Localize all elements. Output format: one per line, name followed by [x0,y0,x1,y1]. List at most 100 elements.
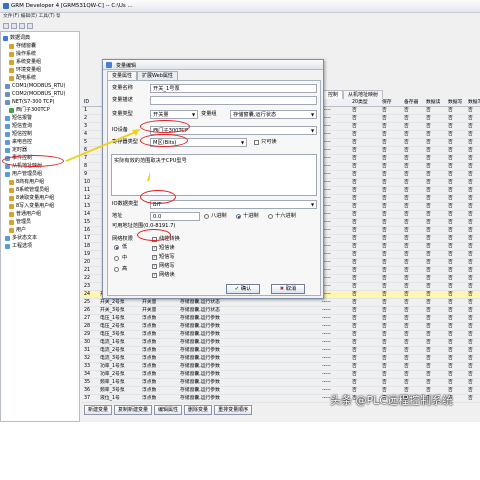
tree-node-icon [9,180,14,185]
tree-node[interactable]: 存储窗囊 [9,43,36,50]
grid-header-cell[interactable]: 数据写 [468,99,480,107]
table-cell-flag: 否 [426,284,431,289]
table-row[interactable]: 30 电流_1号泵 浮点数 存储窗囊,运行参数 ----- 否 否 否 否 否 否 [82,339,480,347]
tree-node[interactable]: 工程选项 [5,243,32,250]
tree-node[interactable]: 来电自控 [5,139,32,146]
tree-node[interactable]: 多状态文本 [5,235,37,242]
table-cell-name: 电流_1号泵 [100,340,125,345]
bottom-button[interactable]: 新建变量 [84,405,113,415]
table-cell-flag: 否 [468,180,473,185]
grid-header-cell[interactable]: 备存器 [404,99,418,107]
table-cell-flag: 否 [352,372,357,377]
tree-node[interactable]: 短信报警 [5,115,32,122]
tree-node[interactable]: COM2(MODBUS_RTU) [5,91,66,98]
ok-button[interactable]: ✔ 确认 [226,284,260,294]
perm-low-radio[interactable] [114,245,119,250]
table-cell-flag: 否 [404,300,409,305]
table-row[interactable]: 28 电压_2号泵 浮点数 存储窗囊,运行参数 ----- 否 否 否 否 否 否 [82,323,480,331]
table-row[interactable]: 33 功率_1号泵 浮点数 存储窗囊,运行参数 ----- 否 否 否 否 否 否 [82,363,480,371]
table-row[interactable]: 29 电压_3号泵 浮点数 存储窗囊,运行参数 ----- 否 否 否 否 否 否 [82,331,480,339]
table-cell-flag: 否 [468,260,473,265]
menu-bar[interactable]: 文件(F) 编辑(E) 工具(T) 帮助(H) [0,13,60,21]
tree-node[interactable]: 8读取变量用户组 [9,195,54,202]
table-cell-flag: 否 [468,132,473,137]
download-icon[interactable] [27,22,33,29]
tree-node[interactable]: 环境变量组 [9,67,41,74]
table-cell-flag: 否 [352,188,357,193]
table-cell-flag: 否 [426,332,431,337]
bottom-button[interactable]: 复制新建变量 [114,405,153,415]
table-row[interactable]: 34 功率_2号泵 浮点数 存储窗囊,运行参数 ----- 否 否 否 否 否 否 [82,371,480,379]
tree-node[interactable]: 系统变量组 [9,59,41,66]
var-name-input[interactable]: 开关_1号泵 [150,84,317,93]
tree-node[interactable]: 短信控制 [5,131,32,138]
bottom-button[interactable]: 删除变量 [184,405,213,415]
table-row[interactable]: 25 开关_2号泵 开关量 存储窗囊,运行状态 ----- 否 否 否 否 否 否 [82,299,480,307]
tree-node[interactable]: 用户管理员组 [5,171,42,178]
net-write-checkbox[interactable]: ✓ [152,264,157,269]
save-icon[interactable] [19,22,25,29]
table-cell-flag: 否 [426,244,431,249]
window-title: GRM Developer 4 [GRM531QW-C] -- C:\Us ..… [11,3,133,9]
grid-header-cell[interactable]: ID [84,99,89,107]
grid-header-cell[interactable]: 数据写 [448,99,462,107]
tree-node[interactable]: 8商有用户组 [9,179,44,186]
grid-tab[interactable]: 从机地址映射 [343,90,384,99]
bottom-button[interactable]: 重排变量顺序 [214,405,253,415]
project-tree[interactable]: 数据词典 存储窗囊 操作系统 系统变量组 环境变量组 配电系统 COM1(MODBUS_RT… [0,31,80,422]
table-cell-flag: 否 [426,140,431,145]
open-icon[interactable] [11,22,17,29]
radix-oct-radio[interactable] [204,214,209,219]
tree-node[interactable]: 8系统管理员组 [9,187,49,194]
tree-node[interactable]: 8写入变量用户组 [9,203,54,210]
sms-read-checkbox[interactable]: ✓ [152,246,157,251]
var-desc-input[interactable] [150,96,317,105]
cancel-button[interactable]: ✖ 取消 [271,284,305,294]
address-input[interactable]: 0.0 [150,212,200,221]
table-cell-flag: 否 [404,132,409,137]
var-group-select[interactable]: 存储窗囊,运行状态 ▼ [230,110,317,119]
tree-node-icon [5,84,10,89]
tree-node[interactable]: 管理员 [9,219,31,226]
radix-dec-radio[interactable] [236,214,241,219]
table-row[interactable]: 31 电流_2号泵 浮点数 存储窗囊,运行参数 ----- 否 否 否 否 否 否 [82,347,480,355]
readonly-checkbox[interactable] [254,140,259,145]
tree-node[interactable]: COM1(MODBUS_RTU) [5,83,66,90]
grid-header-cell[interactable]: 数据读 [426,99,440,107]
tree-node[interactable]: 普通用户组 [9,211,41,218]
table-cell-flag: 否 [382,284,387,289]
sms-read-label: 短信读 [159,245,175,251]
table-cell-flag: 否 [426,156,431,161]
table-row[interactable]: 27 电压_1号泵 浮点数 存储窗囊,运行参数 ----- 否 否 否 否 否 否 [82,315,480,323]
new-icon[interactable] [3,22,9,29]
io-data-type-select[interactable]: BIT ▼ [150,200,317,209]
tree-node[interactable]: 西门子300TCP [9,107,50,114]
table-row[interactable]: 26 开关_3号泵 开关量 存储窗囊,运行状态 ----- 否 否 否 否 否 否 [82,307,480,315]
tab-variable-properties[interactable]: 变量属性 [107,71,138,80]
net-read-checkbox[interactable]: ✓ [152,273,157,278]
tree-node[interactable]: NET(S7-300 TCP) [5,99,54,106]
grid-header-cell[interactable]: 保存 [382,99,392,107]
readonly-label: 只可读 [261,139,277,145]
perm-mid-radio[interactable] [114,256,119,261]
tree-node[interactable]: 配电系统 [9,75,36,82]
tree-node[interactable]: 操作系统 [9,51,36,58]
bottom-button[interactable]: 编辑属性 [154,405,183,415]
tree-node[interactable]: 用户 [9,227,26,234]
tab-web-properties[interactable]: 扩展Web属性 [137,71,178,80]
tree-node[interactable]: 短信查询 [5,123,32,130]
radix-hex-radio[interactable] [268,214,273,219]
table-cell-flag: 否 [404,188,409,193]
tree-node[interactable]: 数据词典 [3,35,30,42]
table-row[interactable]: 32 电流_3号泵 浮点数 存储窗囊,运行参数 ----- 否 否 否 否 否 否 [82,355,480,363]
perm-high-radio[interactable] [114,267,119,272]
var-type-select[interactable]: 开关量 ▼ [150,110,198,119]
sms-write-checkbox[interactable]: ✓ [152,255,157,260]
tree-node[interactable]: 定时器 [5,147,27,154]
table-row[interactable]: 35 频率_1号泵 浮点数 存储窗囊,运行参数 ----- 否 否 否 否 否 否 [82,379,480,387]
net-write-label: 网络写 [159,263,175,269]
grid-header-cell[interactable]: 20类型 [352,99,368,107]
grid-tab[interactable]: 控制 [323,90,344,99]
table-cell-flag: 否 [426,324,431,329]
table-cell-flag: 否 [448,204,453,209]
